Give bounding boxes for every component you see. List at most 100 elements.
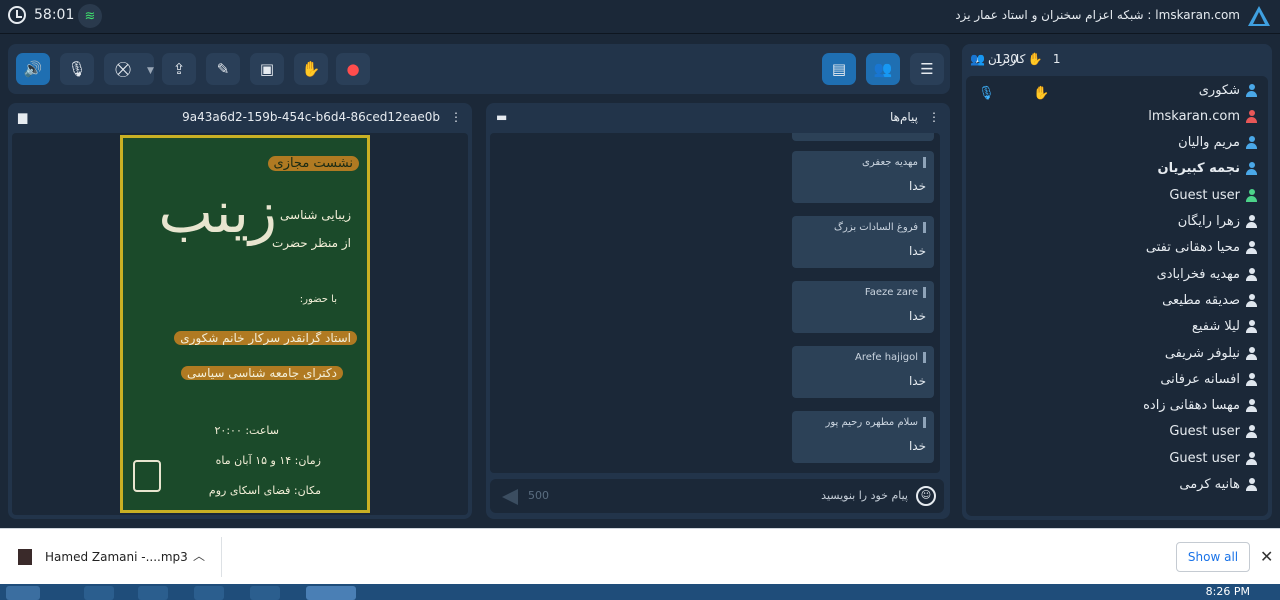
chat-title: پیام‌ها (889, 110, 918, 124)
hand-count-icon: ✋ (1027, 52, 1043, 66)
screen-share-icon: ⇪ (172, 60, 186, 78)
user-row[interactable]: زهرا رایگان (1178, 210, 1258, 234)
message-text: خدا (908, 244, 926, 258)
poster-degree: دکترای جامعه شناسی سیاسی (181, 366, 343, 380)
raised-hand-icon: ✋ (1033, 86, 1050, 101)
user-icon (1245, 372, 1258, 386)
user-name: لیلا شفیع (1191, 319, 1240, 335)
user-name: مریم والیان (1178, 135, 1240, 151)
downloads-bar: Hamed Zamani -....mp3 ︿ Show all ✕ (0, 528, 1280, 584)
user-row[interactable]: مهدیه فخرابادی (1157, 262, 1258, 286)
poster-tag: نشست مجازی (267, 156, 359, 171)
user-row[interactable]: صدیقه مطیعی (1162, 288, 1258, 312)
chat-input-bar[interactable]: 500 پیام خود را بنویسید ☺ (490, 479, 944, 513)
university-logo-icon (133, 460, 161, 492)
user-row[interactable]: Guest user (1169, 446, 1258, 470)
user-icon (1245, 425, 1258, 439)
raise-hand-button[interactable]: ✋ (294, 53, 328, 85)
record-button[interactable]: ● (336, 53, 370, 85)
poster-speaker: استاد گرانقدر سرکار خانم شکوری (174, 331, 357, 345)
user-icon (1245, 136, 1258, 150)
users-group-icon: 👥 (970, 52, 985, 66)
user-name: lmskaran.com (1148, 108, 1240, 124)
user-name: زهرا رایگان (1177, 214, 1240, 229)
user-row[interactable]: مریم والیان (1178, 131, 1258, 155)
user-name: Guest user (1169, 424, 1240, 440)
users-toggle-icon: 👥 (873, 60, 893, 78)
camera-dropdown-icon[interactable]: ▼ (147, 66, 154, 76)
user-row[interactable]: افسانه عرفانی (1160, 367, 1258, 391)
brush-icon: ✎ (216, 60, 230, 78)
media-icon[interactable] (194, 586, 224, 600)
kebab-menu-icon[interactable]: ⋮ (928, 110, 940, 124)
close-icon[interactable]: ✕ (1260, 547, 1273, 566)
user-row[interactable]: مهسا دهقانی زاده (1143, 394, 1258, 418)
user-row[interactable]: نیلوفر شریفی (1165, 341, 1258, 365)
download-filename[interactable]: Hamed Zamani -....mp3 (45, 550, 188, 564)
chat-messages: مهدیه جعفری خدا فروغ السادات بزرگ خدا Fa… (490, 133, 940, 473)
user-row[interactable]: Guest user (1169, 183, 1258, 207)
session-time: 58:01 (34, 7, 75, 23)
camera-off-icon: ⛒ (115, 60, 131, 78)
chevron-up-icon[interactable]: ︿ (193, 547, 205, 564)
start-icon[interactable] (6, 586, 40, 600)
clock-icon (8, 6, 26, 24)
logo-icon (1248, 6, 1270, 26)
whiteboard-button[interactable]: ▣ (250, 53, 284, 85)
folder-icon[interactable] (138, 586, 168, 600)
user-row[interactable]: هانیه کرمی (1179, 473, 1258, 497)
user-icon (1245, 451, 1258, 465)
chat-input[interactable]: پیام خود را بنویسید (821, 489, 908, 502)
presentation-canvas: نشست مجازی زینب زیبایی شناسی از منظر حضر… (12, 133, 468, 515)
user-row[interactable]: Guest user (1169, 420, 1258, 444)
brand-title: lmskaran.com : شبکه اعزام سخنران و استاد… (955, 8, 1240, 22)
connection-icon[interactable]: ≋ (78, 4, 102, 28)
poster-date: زمان: ۱۴ و ۱۵ آبان ماه (215, 454, 321, 467)
chrome-icon[interactable] (306, 586, 356, 600)
show-all-button[interactable]: Show all (1176, 542, 1250, 572)
app-icon[interactable] (250, 586, 280, 600)
kebab-menu-icon[interactable]: ⋮ (450, 110, 462, 124)
user-icon (1245, 267, 1258, 281)
chat-message: Arefe hajigol خدا (792, 346, 934, 398)
user-row[interactable]: محیا دهقانی تفتی (1146, 236, 1258, 260)
message-text: خدا (908, 439, 926, 453)
user-icon (1245, 83, 1258, 97)
speaker-button[interactable]: 🔊 (16, 53, 50, 85)
emoji-icon[interactable]: ☺ (916, 486, 936, 506)
send-icon[interactable] (502, 489, 518, 505)
user-name: صدیقه مطیعی (1162, 292, 1240, 308)
message-text: خدا (908, 309, 926, 323)
user-icon (1245, 241, 1258, 255)
user-row[interactable]: lmskaran.com (1148, 104, 1258, 128)
users-panel: کاربران ▸ 👥 130 ✋ 1 شکوری lmskaran.com مری… (962, 44, 1272, 520)
record-icon: ● (346, 60, 360, 78)
system-clock: 8:26 PM (1205, 585, 1250, 598)
user-name: افسانه عرفانی (1160, 371, 1240, 387)
hands-count: 1 (1052, 52, 1061, 66)
screen-share-button[interactable]: ⇪ (162, 53, 196, 85)
user-row[interactable]: لیلا شفیع (1192, 315, 1258, 339)
poster-place: مکان: فضای اسکای روم (208, 484, 321, 497)
poster-time: ساعت: ۲۰:۰۰ (214, 424, 279, 437)
users-stats: 👥 130 ✋ 1 (970, 52, 1060, 66)
user-name: محیا دهقانی تفتی (1145, 240, 1240, 256)
user-icon (1245, 293, 1258, 307)
chat-toggle-button[interactable]: ▤ (822, 53, 856, 85)
brush-button[interactable]: ✎ (206, 53, 240, 85)
user-row[interactable]: نجمه کبیریان (1158, 157, 1259, 181)
poster-subtitle-1: زیبایی شناسی (280, 208, 351, 222)
user-name: مهسا دهقانی زاده (1143, 398, 1240, 414)
menu-button[interactable]: ☰ (910, 53, 944, 85)
divider (221, 537, 222, 577)
chat-message: سلام مطهره رحیم پور خدا (792, 411, 934, 463)
ie-icon[interactable] (84, 586, 114, 600)
presentation-file-id: 9a43a6d2-159b-454c-b6d4-86ced12eae0b (182, 110, 440, 124)
user-icon (1245, 188, 1258, 202)
users-toggle-button[interactable]: 👥 (866, 53, 900, 85)
microphone-button[interactable]: 🎙 (60, 53, 94, 85)
menu-icon: ☰ (920, 60, 934, 78)
user-icon (1245, 162, 1258, 176)
user-row[interactable]: شکوری (1199, 78, 1258, 102)
user-name: شکوری (1198, 82, 1240, 98)
